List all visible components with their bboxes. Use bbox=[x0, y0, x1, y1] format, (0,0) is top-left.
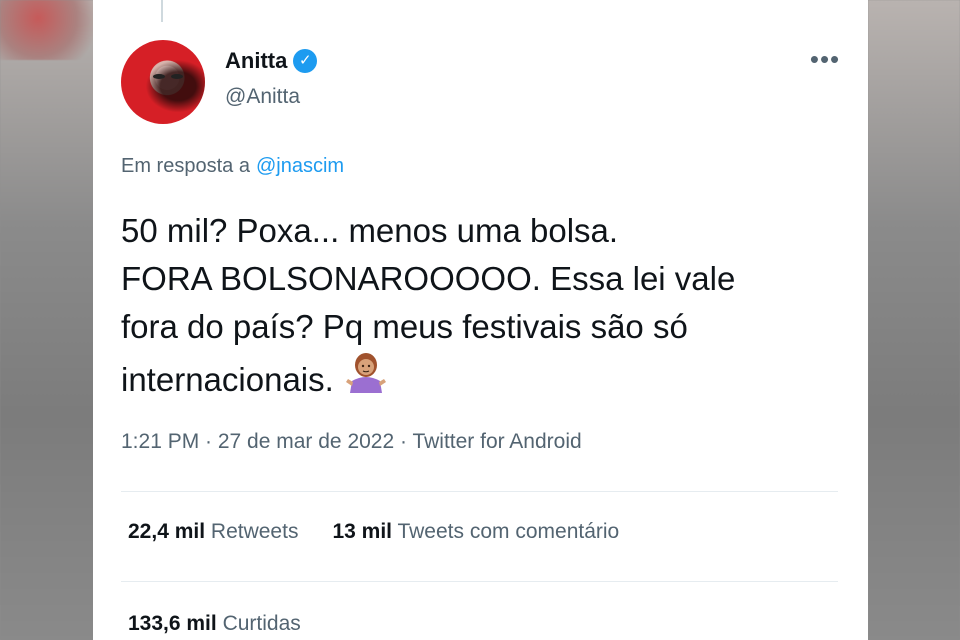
likes-stat[interactable]: 133,6 mil Curtidas bbox=[128, 612, 301, 636]
thread-connector-line bbox=[161, 0, 163, 22]
likes-count: 133,6 mil bbox=[128, 612, 217, 635]
likes-label: Curtidas bbox=[222, 612, 301, 635]
more-options-icon[interactable]: ••• bbox=[808, 46, 842, 74]
retweets-stat[interactable]: 22,4 mil Retweets bbox=[128, 520, 298, 544]
quotes-label: Tweets com comentário bbox=[397, 520, 620, 543]
reply-context: Em resposta a @jnascim bbox=[121, 155, 344, 178]
person-shrugging-emoji bbox=[344, 351, 388, 408]
avatar[interactable] bbox=[121, 40, 205, 124]
author-name[interactable]: Anitta bbox=[225, 48, 287, 74]
reply-prefix: Em resposta a bbox=[121, 155, 250, 177]
quotes-count: 13 mil bbox=[332, 520, 392, 543]
divider bbox=[121, 581, 838, 582]
quotes-stat[interactable]: 13 mil Tweets com comentário bbox=[332, 520, 619, 544]
verified-check-icon: ✓ bbox=[293, 49, 318, 73]
background-blur-left bbox=[0, 0, 100, 640]
tweet-text: 50 mil? Poxa... menos uma bolsa. FORA BO… bbox=[121, 207, 841, 408]
author-name-row[interactable]: Anitta ✓ bbox=[225, 48, 318, 74]
tweet-line: fora do país? Pq meus festivais são só bbox=[121, 308, 688, 345]
engagement-stats: 22,4 mil Retweets 13 mil Tweets com come… bbox=[128, 520, 619, 544]
background-blur-right bbox=[868, 0, 960, 640]
tweet-line: 50 mil? Poxa... menos uma bolsa. bbox=[121, 212, 619, 249]
retweets-count: 22,4 mil bbox=[128, 520, 206, 543]
divider bbox=[121, 491, 838, 492]
retweets-label: Retweets bbox=[210, 520, 299, 543]
tweet-card: Anitta ✓ @Anitta ••• Em resposta a @jnasc… bbox=[93, 0, 868, 640]
tweet-line-last: internacionais. bbox=[121, 351, 841, 408]
tweet-line: FORA BOLSONAROOOOO. Essa lei vale bbox=[121, 260, 736, 297]
author-handle[interactable]: @Anitta bbox=[225, 85, 300, 109]
reply-mention-link[interactable]: @jnascim bbox=[256, 155, 344, 177]
tweet-timestamp-source[interactable]: 1:21 PM · 27 de mar de 2022 · Twitter fo… bbox=[121, 430, 582, 454]
